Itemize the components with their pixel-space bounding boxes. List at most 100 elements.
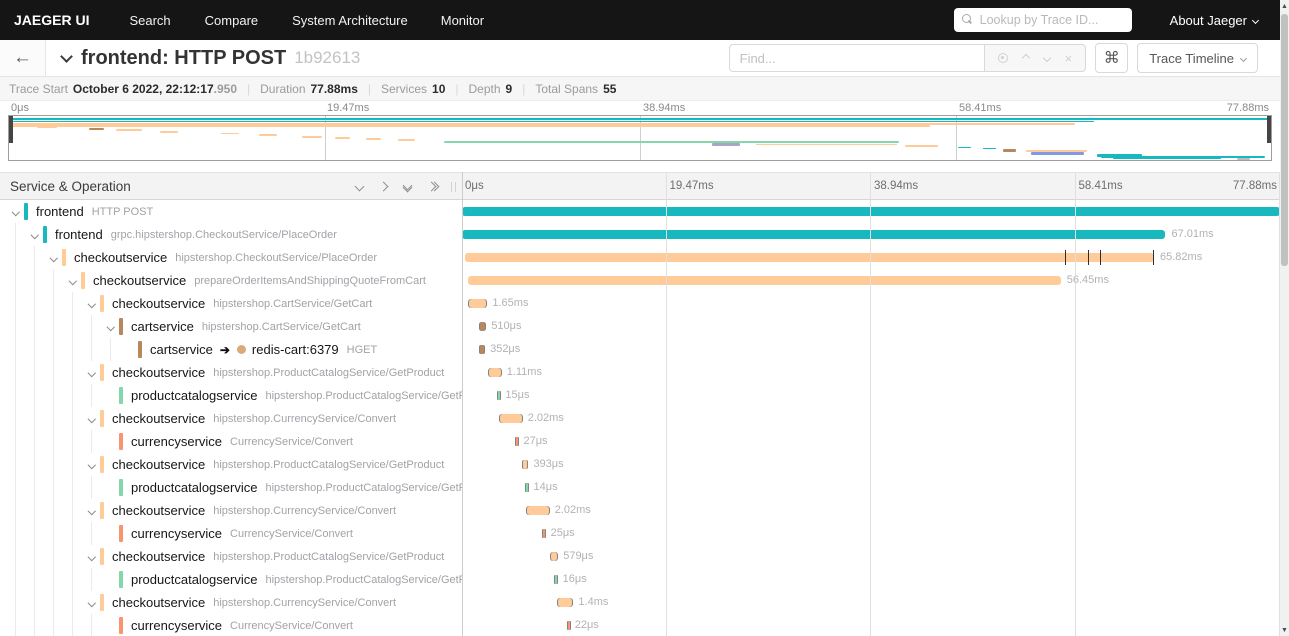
viewport-left-handle[interactable]: [9, 116, 13, 144]
row-collapse-chevron[interactable]: [65, 276, 81, 285]
trace-row[interactable]: frontend grpc.hipstershop.CheckoutService…: [0, 223, 1280, 246]
span-bar[interactable]: [480, 345, 485, 354]
trace-view-selector[interactable]: Trace Timeline: [1137, 43, 1258, 73]
timeline-header-band: Service & Operation 0μs 19.47ms 38.94ms 58.…: [0, 172, 1280, 200]
expand-one-icon[interactable]: [378, 181, 389, 191]
span-duration-label: 1.4ms: [578, 596, 609, 608]
service-name: productcatalogservice: [131, 572, 258, 587]
span-bar[interactable]: [567, 621, 570, 630]
indent-guide: [72, 522, 73, 545]
indent-guide: [15, 453, 16, 476]
span-bar[interactable]: [498, 391, 501, 400]
find-group: ×: [728, 44, 1087, 72]
trace-row[interactable]: checkoutservice hipstershop.ProductCatalo…: [0, 545, 1280, 568]
indent-guide: [53, 568, 54, 591]
span-bar[interactable]: [551, 552, 558, 561]
span-bar[interactable]: [523, 460, 528, 469]
trace-row[interactable]: currencyservice CurrencyService/Convert 22…: [0, 614, 1280, 636]
trace-row[interactable]: currencyservice CurrencyService/Convert 27…: [0, 430, 1280, 453]
find-input[interactable]: [728, 44, 985, 72]
span-bar[interactable]: [516, 437, 519, 446]
operation-name: CurrencyService/Convert: [230, 619, 353, 632]
span-bar[interactable]: [469, 299, 487, 308]
focus-match-icon[interactable]: [997, 53, 1008, 63]
row-collapse-chevron[interactable]: [103, 322, 119, 331]
stat-separator: |: [522, 81, 526, 96]
span-duration-label: 65.82ms: [1160, 251, 1203, 263]
span-bar[interactable]: [462, 230, 1166, 239]
trace-id-lookup-input[interactable]: [953, 8, 1132, 32]
trace-row[interactable]: checkoutservice hipstershop.ProductCatalo…: [0, 361, 1280, 384]
span-bar[interactable]: [543, 529, 546, 538]
vertical-scrollbar[interactable]: ▲ ▼: [1280, 0, 1289, 636]
viewport-right-handle[interactable]: [1267, 116, 1271, 144]
column-resizer-handle[interactable]: [451, 182, 456, 192]
trace-row[interactable]: checkoutservice hipstershop.CurrencyServi…: [0, 407, 1280, 430]
next-match-icon[interactable]: [1042, 53, 1051, 63]
span-bar[interactable]: [488, 368, 501, 377]
span-duration-label: 14μs: [533, 481, 558, 493]
back-button[interactable]: ←: [0, 40, 46, 76]
collapse-all-icon[interactable]: [402, 180, 413, 192]
indent-guide: [72, 453, 73, 476]
nav-item-compare[interactable]: Compare: [205, 13, 258, 28]
collapse-one-icon[interactable]: [354, 181, 365, 191]
keyboard-shortcuts-button[interactable]: ⌘: [1095, 43, 1129, 73]
about-jaeger-menu[interactable]: About Jaeger: [1170, 13, 1260, 28]
trace-row[interactable]: checkoutservice hipstershop.CheckoutServi…: [0, 246, 1280, 269]
span-bar[interactable]: [479, 322, 486, 331]
span-bar[interactable]: [527, 506, 549, 515]
span-bar[interactable]: [555, 575, 558, 584]
trace-row[interactable]: productcatalogservice hipstershop.Product…: [0, 384, 1280, 407]
trace-row[interactable]: currencyservice CurrencyService/Convert 25…: [0, 522, 1280, 545]
span-bar[interactable]: [462, 207, 1280, 216]
trace-row[interactable]: checkoutservice hipstershop.CartService/G…: [0, 292, 1280, 315]
row-collapse-chevron[interactable]: [84, 368, 100, 377]
app-brand[interactable]: JAEGER UI: [14, 12, 89, 28]
span-bar[interactable]: [465, 253, 1155, 262]
nav-item-monitor[interactable]: Monitor: [441, 13, 484, 28]
span-bar[interactable]: [468, 276, 1061, 285]
trace-row[interactable]: checkoutservice hipstershop.CurrencyServi…: [0, 499, 1280, 522]
tick-label: 38.94ms: [874, 180, 919, 192]
row-collapse-chevron[interactable]: [84, 598, 100, 607]
scrollbar-thumb[interactable]: [1281, 14, 1288, 266]
trace-row[interactable]: checkoutservice hipstershop.CurrencyServi…: [0, 591, 1280, 614]
trace-row[interactable]: cartservice hipstershop.CartService/GetCa…: [0, 315, 1280, 338]
indent-guide: [72, 476, 73, 499]
trace-row-timeline-cell: 393μs: [462, 453, 1280, 476]
trace-row[interactable]: cartservice ➔ redis-cart:6379 HGET 352μs: [0, 338, 1280, 361]
row-collapse-chevron[interactable]: [27, 230, 43, 239]
trace-row[interactable]: frontend HTTP POST: [0, 200, 1280, 223]
tick-label: 38.94ms: [643, 102, 686, 114]
scroll-up-icon[interactable]: ▲: [1280, 0, 1289, 12]
panel-divider[interactable]: [462, 172, 463, 636]
nav-item-system-architecture[interactable]: System Architecture: [292, 13, 408, 28]
row-collapse-chevron[interactable]: [84, 460, 100, 469]
row-collapse-chevron[interactable]: [84, 506, 100, 515]
minimap-canvas[interactable]: [8, 115, 1272, 161]
span-bar[interactable]: [557, 598, 573, 607]
clear-find-icon[interactable]: ×: [1065, 52, 1073, 65]
service-name: cartservice: [131, 319, 194, 334]
expand-all-icon[interactable]: [426, 181, 440, 191]
row-collapse-chevron[interactable]: [46, 253, 62, 262]
row-collapse-chevron[interactable]: [8, 207, 24, 216]
trace-row[interactable]: checkoutservice prepareOrderItemsAndShipp…: [0, 269, 1280, 292]
trace-row-name-cell: checkoutservice hipstershop.CheckoutServi…: [0, 246, 462, 269]
span-bar[interactable]: [500, 414, 522, 423]
scroll-down-icon[interactable]: ▼: [1280, 624, 1289, 636]
trace-row[interactable]: checkoutservice hipstershop.ProductCatalo…: [0, 453, 1280, 476]
prev-match-icon[interactable]: [1021, 53, 1030, 63]
trace-row[interactable]: productcatalogservice hipstershop.Product…: [0, 476, 1280, 499]
span-bar[interactable]: [526, 483, 529, 492]
row-collapse-chevron[interactable]: [84, 299, 100, 308]
trace-row[interactable]: productcatalogservice hipstershop.Product…: [0, 568, 1280, 591]
service-operation-title: Service & Operation: [10, 178, 131, 194]
service-name: productcatalogservice: [131, 388, 258, 403]
nav-item-search[interactable]: Search: [129, 13, 170, 28]
trace-collapse-chevron-icon[interactable]: [60, 49, 73, 63]
row-collapse-chevron[interactable]: [84, 552, 100, 561]
row-collapse-chevron[interactable]: [84, 414, 100, 423]
minimap-span: [366, 138, 382, 140]
